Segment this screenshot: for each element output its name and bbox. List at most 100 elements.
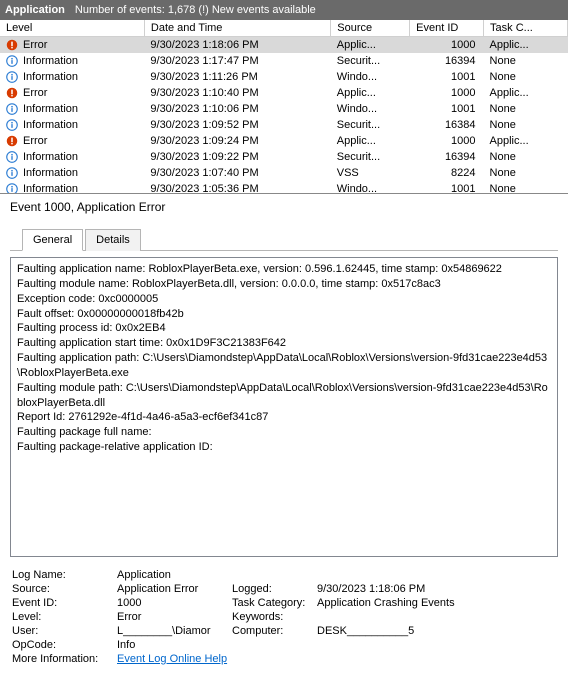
val-logname: Application bbox=[117, 569, 556, 581]
message-line: Faulting package full name: bbox=[17, 425, 551, 440]
message-line: Faulting application start time: 0x0x1D9… bbox=[17, 336, 551, 351]
col-eventid[interactable]: Event ID bbox=[410, 20, 484, 37]
event-list[interactable]: Level Date and Time Source Event ID Task… bbox=[0, 20, 568, 194]
log-subtitle: Number of events: 1,678 (!) New events a… bbox=[75, 0, 316, 20]
lbl-logname: Log Name: bbox=[12, 569, 117, 581]
cell-task: None bbox=[484, 101, 568, 117]
error-icon bbox=[6, 87, 18, 99]
cell-level: Information bbox=[23, 151, 78, 163]
cell-source: Securit... bbox=[331, 149, 410, 165]
cell-level: Error bbox=[23, 87, 47, 99]
lbl-keywords: Keywords: bbox=[232, 611, 317, 623]
lbl-taskcat: Task Category: bbox=[232, 597, 317, 609]
cell-eventid: 1001 bbox=[410, 101, 484, 117]
tab-details[interactable]: Details bbox=[85, 229, 141, 251]
message-line: Faulting module path: C:\Users\Diamondst… bbox=[17, 381, 551, 411]
val-keywords bbox=[317, 611, 556, 623]
cell-eventid: 8224 bbox=[410, 165, 484, 181]
cell-date: 9/30/2023 1:09:52 PM bbox=[144, 117, 330, 133]
cell-task: None bbox=[484, 69, 568, 85]
message-line: Faulting application path: C:\Users\Diam… bbox=[17, 351, 551, 381]
lbl-level: Level: bbox=[12, 611, 117, 623]
cell-date: 9/30/2023 1:10:40 PM bbox=[144, 85, 330, 101]
table-row[interactable]: Error9/30/2023 1:09:24 PMApplic...1000Ap… bbox=[0, 133, 568, 149]
cell-eventid: 1001 bbox=[410, 181, 484, 195]
cell-date: 9/30/2023 1:10:06 PM bbox=[144, 101, 330, 117]
detail-tabs: General Details bbox=[10, 228, 558, 251]
cell-task: None bbox=[484, 117, 568, 133]
cell-source: Securit... bbox=[331, 117, 410, 133]
table-row[interactable]: Information9/30/2023 1:09:52 PMSecurit..… bbox=[0, 117, 568, 133]
info-icon bbox=[6, 119, 18, 131]
lbl-opcode: OpCode: bbox=[12, 639, 117, 651]
val-taskcat: Application Crashing Events bbox=[317, 597, 556, 609]
lbl-moreinfo: More Information: bbox=[12, 653, 117, 665]
link-online-help[interactable]: Event Log Online Help bbox=[117, 653, 227, 665]
message-line: Exception code: 0xc0000005 bbox=[17, 292, 551, 307]
cell-date: 9/30/2023 1:05:36 PM bbox=[144, 181, 330, 195]
val-logged: 9/30/2023 1:18:06 PM bbox=[317, 583, 556, 595]
message-line: Fault offset: 0x00000000018fb42b bbox=[17, 307, 551, 322]
val-source: Application Error bbox=[117, 583, 232, 595]
table-row[interactable]: Error9/30/2023 1:18:06 PMApplic...1000Ap… bbox=[0, 37, 568, 53]
cell-eventid: 16394 bbox=[410, 53, 484, 69]
cell-level: Error bbox=[23, 39, 47, 51]
log-title: Application bbox=[5, 0, 65, 20]
cell-task: Applic... bbox=[484, 37, 568, 53]
cell-source: Windo... bbox=[331, 181, 410, 195]
message-line: Faulting module name: RobloxPlayerBeta.d… bbox=[17, 277, 551, 292]
lbl-logged: Logged: bbox=[232, 583, 317, 595]
lbl-source: Source: bbox=[12, 583, 117, 595]
message-line: Faulting application name: RobloxPlayerB… bbox=[17, 262, 551, 277]
col-level[interactable]: Level bbox=[0, 20, 144, 37]
lbl-user: User: bbox=[12, 625, 117, 637]
cell-eventid: 16394 bbox=[410, 149, 484, 165]
info-icon bbox=[6, 55, 18, 67]
table-row[interactable]: Information9/30/2023 1:10:06 PMWindo...1… bbox=[0, 101, 568, 117]
column-header-row[interactable]: Level Date and Time Source Event ID Task… bbox=[0, 20, 568, 37]
val-eventid: 1000 bbox=[117, 597, 232, 609]
cell-source: Applic... bbox=[331, 37, 410, 53]
cell-task: Applic... bbox=[484, 133, 568, 149]
cell-task: None bbox=[484, 165, 568, 181]
table-row[interactable]: Information9/30/2023 1:11:26 PMWindo...1… bbox=[0, 69, 568, 85]
cell-level: Information bbox=[23, 71, 78, 83]
cell-task: None bbox=[484, 181, 568, 195]
cell-source: Windo... bbox=[331, 69, 410, 85]
tab-general[interactable]: General bbox=[22, 229, 83, 251]
val-opcode: Info bbox=[117, 639, 556, 651]
cell-task: Applic... bbox=[484, 85, 568, 101]
error-icon bbox=[6, 135, 18, 147]
info-icon bbox=[6, 183, 18, 195]
event-message[interactable]: Faulting application name: RobloxPlayerB… bbox=[10, 257, 558, 557]
message-line: Report Id: 2761292e-4f1d-4a46-a5a3-ecf6e… bbox=[17, 410, 551, 425]
lbl-computer: Computer: bbox=[232, 625, 317, 637]
col-date[interactable]: Date and Time bbox=[144, 20, 330, 37]
cell-eventid: 1000 bbox=[410, 85, 484, 101]
table-row[interactable]: Information 9/30/2023 1:05:36 PMWindo...1… bbox=[0, 181, 568, 195]
cell-level: Information bbox=[23, 167, 78, 179]
col-task[interactable]: Task C... bbox=[484, 20, 568, 37]
event-table: Level Date and Time Source Event ID Task… bbox=[0, 20, 568, 194]
cell-level: Information bbox=[23, 183, 78, 195]
table-row[interactable]: Information 9/30/2023 1:07:40 PMVSS8224No… bbox=[0, 165, 568, 181]
val-computer: DESK__________5 bbox=[317, 625, 556, 637]
table-row[interactable]: Information9/30/2023 1:17:47 PMSecurit..… bbox=[0, 53, 568, 69]
cell-task: None bbox=[484, 149, 568, 165]
log-header: Application Number of events: 1,678 (!) … bbox=[0, 0, 568, 20]
info-icon bbox=[6, 167, 18, 179]
table-row[interactable]: Information9/30/2023 1:09:22 PMSecurit..… bbox=[0, 149, 568, 165]
cell-date: 9/30/2023 1:17:47 PM bbox=[144, 53, 330, 69]
cell-date: 9/30/2023 1:07:40 PM bbox=[144, 165, 330, 181]
cell-source: VSS bbox=[331, 165, 410, 181]
error-icon bbox=[6, 39, 18, 51]
cell-eventid: 1000 bbox=[410, 37, 484, 53]
val-user: L________\Diamor bbox=[117, 625, 232, 637]
cell-date: 9/30/2023 1:11:26 PM bbox=[144, 69, 330, 85]
info-icon bbox=[6, 103, 18, 115]
col-source[interactable]: Source bbox=[331, 20, 410, 37]
cell-source: Securit... bbox=[331, 53, 410, 69]
cell-source: Applic... bbox=[331, 133, 410, 149]
table-row[interactable]: Error9/30/2023 1:10:40 PMApplic...1000Ap… bbox=[0, 85, 568, 101]
cell-eventid: 1000 bbox=[410, 133, 484, 149]
